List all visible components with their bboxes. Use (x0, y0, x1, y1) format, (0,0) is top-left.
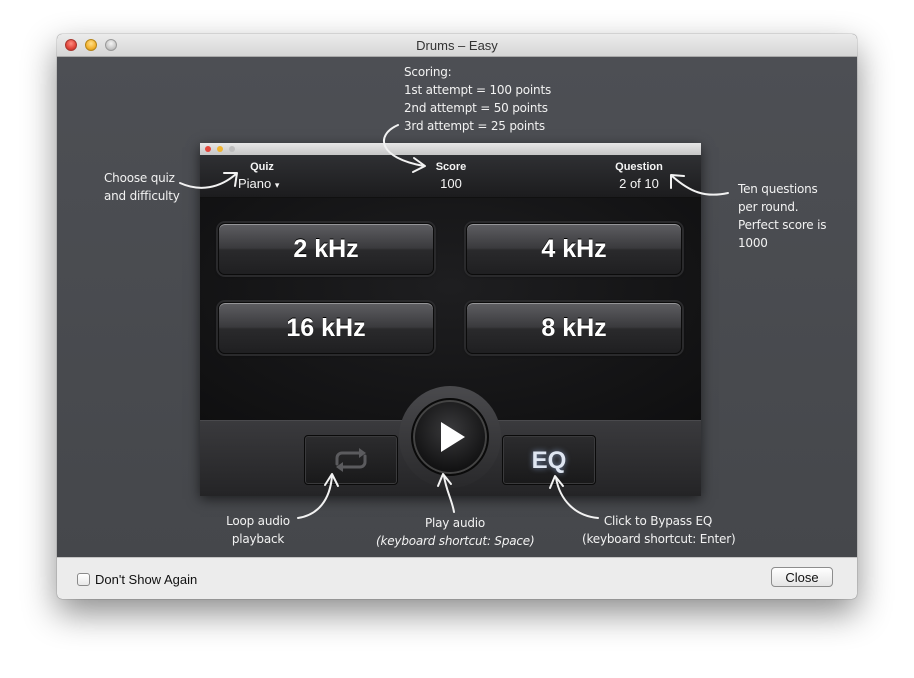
eq-label: EQ (531, 447, 567, 474)
annotation-line: per round. (738, 200, 799, 214)
app-preview: Quiz Piano ▾ Score 100 Question 2 of 10 … (200, 143, 701, 496)
eq-button[interactable]: EQ (502, 435, 596, 485)
app-zoom-icon (229, 146, 235, 152)
annotation-line: Choose quiz (104, 171, 175, 185)
answer-button[interactable]: 4 kHz (466, 223, 682, 275)
score-label: Score (435, 161, 467, 173)
app-titlebar (200, 143, 701, 155)
annotation-line: 3rd attempt = 25 points (404, 119, 545, 133)
quiz-selector[interactable]: Piano ▾ (238, 176, 298, 191)
play-button[interactable] (411, 398, 489, 476)
annotation-line: Scoring: (404, 65, 452, 79)
annotation-line: Play audio (424, 516, 486, 530)
annotation-line: 2nd attempt = 50 points (404, 101, 548, 115)
loop-annotation: Loop audio playback (220, 512, 296, 548)
question-annotation: Ten questions per round. Perfect score i… (738, 180, 826, 252)
window-titlebar: Drums – Easy (57, 34, 857, 57)
window-footer: Don't Show Again Close (57, 557, 857, 599)
play-icon (441, 422, 465, 452)
play-annotation: Play audio (keyboard shortcut: Space) (376, 514, 535, 550)
answer-button[interactable]: 2 kHz (218, 223, 434, 275)
annotation-line: 1000 (738, 236, 768, 250)
eq-annotation: Click to Bypass EQ (keyboard shortcut: E… (582, 512, 736, 548)
answer-button[interactable]: 16 kHz (218, 302, 434, 354)
annotation-line: (keyboard shortcut: Enter) (582, 532, 736, 546)
dont-show-again-label[interactable]: Don't Show Again (95, 572, 197, 587)
annotation-line: and difficulty (104, 189, 180, 203)
app-minimize-icon (217, 146, 223, 152)
close-button[interactable]: Close (771, 567, 833, 587)
annotation-line: Ten questions (738, 182, 818, 196)
annotation-line: (keyboard shortcut: Space) (376, 534, 535, 548)
question-value: 2 of 10 (619, 176, 659, 191)
annotation-line: 1st attempt = 100 points (404, 83, 552, 97)
app-close-icon (205, 146, 211, 152)
loop-button[interactable] (304, 435, 398, 485)
quiz-value: Piano (238, 176, 272, 191)
loop-icon (335, 448, 367, 472)
annotation-line: Click to Bypass EQ (603, 514, 713, 528)
quiz-label: Quiz (250, 161, 274, 173)
answer-button[interactable]: 8 kHz (466, 302, 682, 354)
score-value: 100 (440, 176, 462, 191)
window-title: Drums – Easy (416, 38, 498, 53)
chevron-down-icon: ▾ (274, 180, 280, 190)
annotation-line: Loop audio (226, 514, 290, 528)
dont-show-again-checkbox[interactable] (77, 573, 90, 586)
annotation-line: playback (231, 532, 285, 546)
scoring-annotation: Scoring: 1st attempt = 100 points 2nd at… (404, 63, 551, 135)
quiz-annotation: Choose quiz and difficulty (104, 169, 180, 205)
annotation-line: Perfect score is (738, 218, 827, 232)
app-header: Quiz Piano ▾ Score 100 Question 2 of 10 (200, 155, 701, 198)
question-label: Question (615, 161, 663, 173)
